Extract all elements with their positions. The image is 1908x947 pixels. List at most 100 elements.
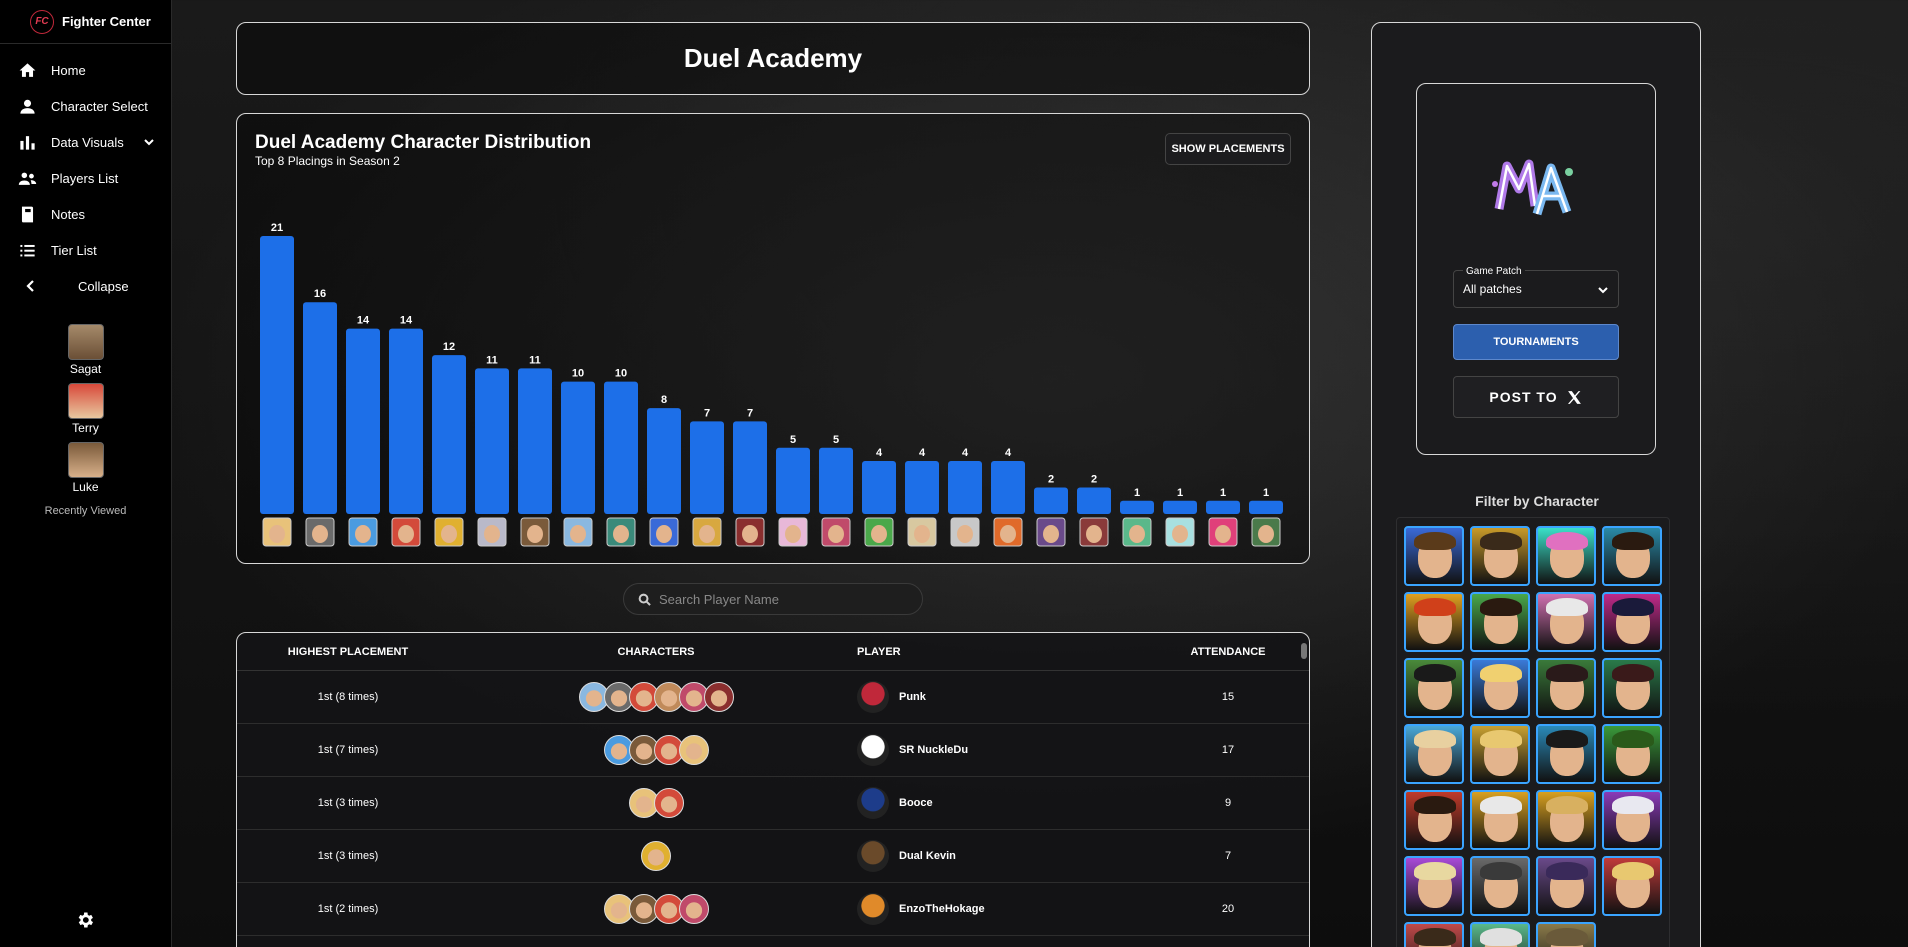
sidebar-item-notes[interactable]: Notes (0, 196, 171, 232)
chart-bar[interactable] (1163, 500, 1197, 514)
character-filter-tile[interactable] (1536, 856, 1596, 916)
post-to-x-button[interactable]: POST TO (1453, 376, 1619, 418)
chart-bar[interactable] (690, 421, 724, 514)
chart-bar[interactable] (1206, 500, 1240, 514)
player-cell[interactable]: Punk (853, 681, 1173, 713)
chart-bar[interactable] (991, 461, 1025, 514)
chart-bar[interactable] (1249, 500, 1283, 514)
character-filter-tile[interactable] (1404, 592, 1464, 652)
chart-bar[interactable] (1034, 487, 1068, 514)
character-filter-tile[interactable] (1602, 856, 1662, 916)
character-filter-tile[interactable] (1404, 790, 1464, 850)
chart-bar[interactable] (561, 381, 595, 514)
chart-bar[interactable] (948, 461, 982, 514)
sidebar-item-players-list[interactable]: Players List (0, 160, 171, 196)
player-cell[interactable]: SR NuckleDu (853, 734, 1173, 766)
character-filter-tile[interactable] (1602, 724, 1662, 784)
player-cell[interactable]: EnzoTheHokage (853, 893, 1173, 925)
table-row[interactable]: 1st (3 times) Booce 9 (237, 777, 1309, 830)
chart-bar[interactable] (733, 421, 767, 514)
character-filter-tile[interactable] (1404, 658, 1464, 718)
column-header-characters[interactable]: CHARACTERS (459, 646, 853, 658)
sidebar-item-data-visuals[interactable]: Data Visuals (0, 124, 171, 160)
character-face (1000, 525, 1016, 543)
chart-bar[interactable] (604, 381, 638, 514)
character-filter-tile[interactable] (1536, 922, 1596, 947)
player-name[interactable]: Booce (899, 797, 933, 809)
character-avatar[interactable] (678, 894, 709, 924)
sidebar-item-character-select[interactable]: Character Select (0, 88, 171, 124)
sidebar-item-tier-list[interactable]: Tier List (0, 232, 171, 268)
chart-bar[interactable] (346, 328, 380, 514)
character-filter-tile[interactable] (1404, 856, 1464, 916)
player-name[interactable]: EnzoTheHokage (899, 903, 985, 915)
sidebar-item-home[interactable]: Home (0, 52, 171, 88)
character-filter-tile[interactable] (1470, 856, 1530, 916)
table-row[interactable]: 1st (7 times) SR NuckleDu 17 (237, 724, 1309, 777)
character-filter-tile[interactable] (1536, 724, 1596, 784)
character-avatar[interactable] (703, 682, 734, 712)
scrollbar[interactable] (1301, 643, 1307, 659)
player-name[interactable]: SR NuckleDu (899, 744, 968, 756)
character-filter-tile[interactable] (1470, 592, 1530, 652)
recent-character-luke[interactable]: Luke (67, 442, 104, 494)
bar-value-label: 2 (1048, 474, 1054, 486)
column-header-attendance[interactable]: ATTENDANCE (1173, 646, 1283, 658)
chart-bar[interactable] (1077, 487, 1111, 514)
chart-bar[interactable] (862, 461, 896, 514)
column-header-placement[interactable]: HIGHEST PLACEMENT (237, 646, 459, 658)
chart-bar[interactable] (303, 302, 337, 514)
character-avatar[interactable] (641, 841, 671, 871)
character-filter-tile[interactable] (1404, 922, 1464, 947)
chart-bar[interactable] (432, 355, 466, 514)
chart-bar[interactable] (1120, 500, 1154, 514)
character-filter-tile[interactable] (1536, 658, 1596, 718)
chart-bar[interactable] (905, 461, 939, 514)
character-avatar[interactable] (678, 735, 709, 765)
chart-bar[interactable] (389, 328, 423, 514)
character-filter-tile[interactable] (1404, 724, 1464, 784)
character-filter-tile[interactable] (1470, 922, 1530, 947)
character-filter-tile[interactable] (1602, 526, 1662, 586)
table-row[interactable]: 1st (8 times) Punk 15 (237, 671, 1309, 724)
player-cell[interactable]: Dual Kevin (853, 840, 1173, 872)
search-input[interactable] (659, 591, 899, 607)
table-row[interactable]: 1st (2 times) EnzoTheHokage 20 (237, 883, 1309, 936)
chart-bar[interactable] (776, 447, 810, 514)
chart-bar[interactable] (518, 368, 552, 514)
character-filter-tile[interactable] (1536, 592, 1596, 652)
character-filter-tile[interactable] (1470, 724, 1530, 784)
chart-bar[interactable] (819, 447, 853, 514)
table-row[interactable]: 1st (3 times) Dual Kevin 7 (237, 830, 1309, 883)
character-portrait (1546, 862, 1588, 908)
bar-value-label: 11 (486, 354, 498, 366)
character-avatar[interactable] (653, 788, 684, 818)
player-name[interactable]: Dual Kevin (899, 850, 956, 862)
chart-bar[interactable] (475, 368, 509, 514)
character-filter-tile[interactable] (1404, 526, 1464, 586)
player-cell[interactable]: Booce (853, 787, 1173, 819)
recent-character-terry[interactable]: Terry (67, 383, 104, 435)
chart-bar[interactable] (260, 236, 294, 514)
character-filter-tile[interactable] (1602, 592, 1662, 652)
player-search[interactable] (623, 583, 923, 615)
brand[interactable]: FC Fighter Center (0, 0, 171, 44)
chevron-down-icon[interactable] (143, 136, 155, 148)
recent-character-sagat[interactable]: Sagat (67, 324, 104, 376)
character-filter-tile[interactable] (1470, 526, 1530, 586)
bar-value-label: 4 (1005, 447, 1012, 459)
character-filter-tile[interactable] (1536, 790, 1596, 850)
gear-icon[interactable] (75, 910, 95, 930)
character-filter-tile[interactable] (1470, 790, 1530, 850)
tournaments-button[interactable]: TOURNAMENTS (1453, 324, 1619, 360)
column-header-player[interactable]: PLAYER (853, 646, 1173, 658)
character-filter-tile[interactable] (1536, 526, 1596, 586)
chart-bar[interactable] (647, 408, 681, 514)
player-name[interactable]: Punk (899, 691, 926, 703)
show-placements-button[interactable]: SHOW PLACEMENTS (1165, 133, 1291, 165)
collapse-button[interactable]: Collapse (0, 268, 171, 304)
character-filter-tile[interactable] (1470, 658, 1530, 718)
bar-value-label: 7 (704, 407, 710, 419)
character-filter-tile[interactable] (1602, 790, 1662, 850)
character-filter-tile[interactable] (1602, 658, 1662, 718)
